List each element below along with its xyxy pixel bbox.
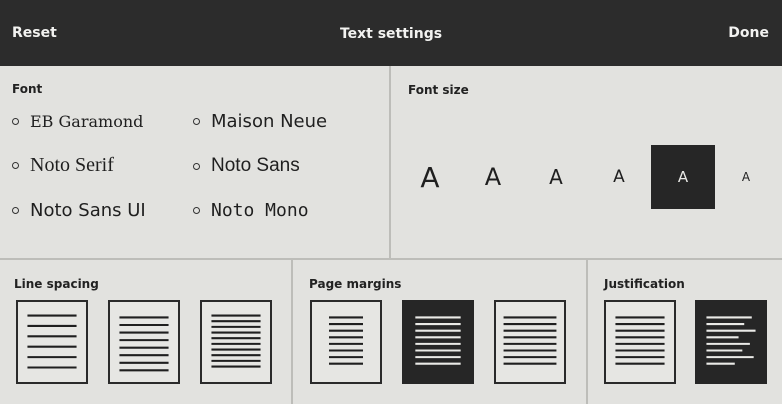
medium-line-spacing-icon (119, 316, 169, 372)
line-spacing-panel: Line spacing (0, 260, 291, 404)
font-option-eb-garamond[interactable]: EB Garamond (12, 112, 143, 131)
wide-margins-icon (329, 316, 363, 365)
page-margins-panel-title: Page margins (309, 277, 402, 291)
font-size-panel-title: Font size (408, 83, 469, 97)
font-option-label: Noto Serif (30, 154, 114, 176)
font-option-label: Maison Neue (211, 111, 328, 132)
font-size-glyph: A (549, 165, 563, 189)
radio-icon (193, 162, 200, 170)
font-size-glyph: A (420, 160, 440, 194)
line-spacing-panel-title: Line spacing (14, 277, 99, 291)
font-option-maison-neue[interactable]: Maison Neue (193, 111, 327, 132)
done-button[interactable]: Done (728, 25, 769, 41)
justified-text-icon (615, 316, 665, 365)
font-size-panel: Font size A A A A A A (391, 66, 782, 258)
font-option-noto-sans[interactable]: Noto Sans (193, 155, 300, 177)
justification-panel-title: Justification (604, 277, 685, 291)
radio-icon (193, 118, 200, 125)
radio-icon (193, 207, 200, 214)
font-option-label: Noto Mono (211, 200, 309, 221)
font-size-option-1[interactable]: A (398, 145, 462, 209)
font-size-option-6[interactable]: A (714, 145, 778, 209)
font-size-option-3[interactable]: A (524, 145, 588, 209)
wide-line-spacing-icon (27, 314, 77, 369)
narrow-margins-icon (503, 316, 557, 365)
narrow-line-spacing-icon (211, 314, 261, 368)
font-panel: Font EB Garamond Maison Neue Noto Serif … (0, 66, 389, 258)
line-spacing-wide-option[interactable] (16, 300, 88, 384)
radio-icon (12, 207, 19, 214)
font-size-glyph: A (677, 168, 689, 186)
font-option-label: Noto Sans UI (30, 200, 146, 221)
font-panel-title: Font (12, 82, 43, 96)
line-spacing-narrow-option[interactable] (200, 300, 272, 384)
justification-panel: Justification (588, 260, 782, 404)
font-size-option-5[interactable]: A (651, 145, 715, 209)
page-title: Text settings (339, 26, 443, 42)
page-margins-panel: Page margins (293, 260, 586, 404)
left-aligned-text-icon (706, 316, 756, 365)
page-margins-narrow-option[interactable] (494, 300, 566, 384)
font-option-noto-serif[interactable]: Noto Serif (12, 154, 114, 177)
radio-icon (12, 162, 19, 169)
font-option-label: Noto Sans (211, 155, 300, 176)
font-size-glyph: A (613, 167, 625, 187)
page-margins-medium-option[interactable] (402, 300, 474, 384)
font-size-glyph: A (484, 163, 502, 191)
radio-icon (12, 118, 19, 125)
font-option-noto-mono[interactable]: Noto Mono (193, 200, 309, 221)
justification-justified-option[interactable] (604, 300, 676, 384)
font-size-option-2[interactable]: A (461, 145, 525, 209)
justification-left-option[interactable] (695, 300, 767, 384)
font-size-glyph: A (741, 170, 751, 184)
medium-margins-icon (415, 316, 461, 365)
font-option-noto-sans-ui[interactable]: Noto Sans UI (12, 200, 146, 221)
page-margins-wide-option[interactable] (310, 300, 382, 384)
top-bar: Reset Text settings Done (0, 0, 782, 66)
line-spacing-medium-option[interactable] (108, 300, 180, 384)
font-option-label: EB Garamond (30, 112, 144, 131)
font-size-option-4[interactable]: A (587, 145, 651, 209)
